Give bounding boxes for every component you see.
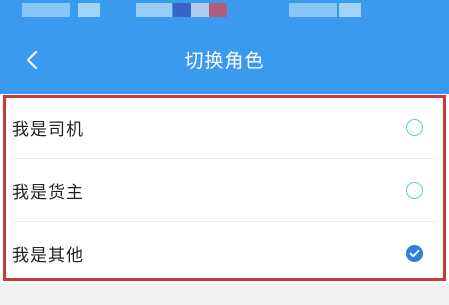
checkmark-icon	[409, 249, 420, 257]
radio-unselected-icon[interactable]	[406, 181, 423, 199]
role-list: 我是司机 我是货主 我是其他	[0, 96, 449, 284]
blurred-status-icon	[191, 3, 209, 17]
screen: 切换角色 我是司机 我是货主 我是其他	[0, 0, 449, 305]
role-option-driver[interactable]: 我是司机	[0, 96, 449, 158]
role-option-label: 我是其他	[12, 245, 84, 266]
blurred-status-icon	[22, 3, 70, 17]
blurred-status-icon	[136, 3, 172, 17]
blurred-status-icon	[173, 3, 191, 17]
role-option-label: 我是司机	[12, 119, 84, 140]
blurred-status-icon	[209, 3, 227, 17]
role-option-other[interactable]: 我是其他	[0, 222, 449, 284]
radio-unselected-icon[interactable]	[406, 118, 423, 136]
status-bar	[0, 0, 449, 28]
page-title: 切换角色	[184, 50, 265, 72]
blurred-status-icon	[78, 3, 100, 17]
role-option-label: 我是货主	[12, 182, 84, 203]
blurred-status-icon	[289, 3, 337, 17]
blurred-status-icon	[339, 3, 361, 17]
nav-bar: 切换角色	[0, 28, 449, 94]
role-option-shipper[interactable]: 我是货主	[0, 159, 449, 221]
radio-selected-check-icon[interactable]	[406, 244, 423, 262]
